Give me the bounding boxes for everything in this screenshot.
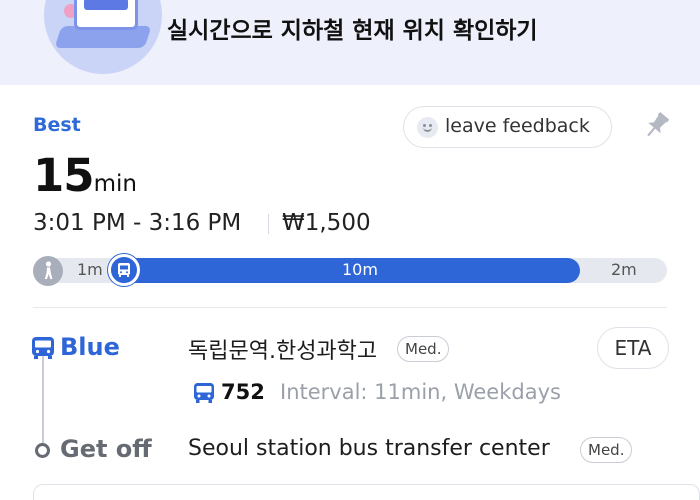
duration-unit: min — [93, 171, 137, 197]
time-fare-divider — [268, 214, 269, 234]
bus-icon — [32, 337, 54, 359]
walk-icon — [33, 256, 63, 286]
duration: 15min — [33, 149, 137, 202]
time-range: 3:01 PM - 3:16 PM — [33, 210, 242, 236]
bus-icon — [108, 254, 140, 286]
get-off-marker-icon — [35, 443, 50, 458]
route-number[interactable]: 752 — [221, 380, 265, 404]
leave-feedback-button[interactable]: leave feedback — [403, 106, 612, 148]
walk-end-duration: 2m — [611, 260, 637, 279]
line-label: Blue — [60, 333, 120, 361]
banner-title: 실시간으로 지하철 현재 위치 확인하기 — [167, 18, 538, 44]
smile-icon — [417, 117, 438, 138]
crowd-badge: Med. — [580, 437, 633, 463]
subway-banner[interactable]: 실시간으로 지하철 현재 위치 확인하기 — [0, 0, 700, 85]
walk-start-duration: 1m — [77, 260, 103, 279]
interval-info: Interval: 11min, Weekdays — [280, 380, 561, 404]
feedback-label: leave feedback — [445, 115, 590, 137]
duration-value: 15 — [33, 149, 95, 202]
bus-icon — [194, 383, 214, 403]
boarding-stop-name[interactable]: 독립문역.한성과학고 — [188, 333, 377, 365]
bus-segment-duration: 10m — [342, 260, 378, 279]
subway-illustration-icon — [44, 0, 162, 74]
section-divider — [33, 307, 667, 308]
fare: ₩1,500 — [282, 210, 371, 236]
eta-button[interactable]: ETA — [597, 327, 669, 369]
next-card[interactable] — [33, 484, 700, 500]
get-off-label: Get off — [60, 435, 152, 463]
get-off-stop-name[interactable]: Seoul station bus transfer center — [188, 436, 550, 461]
pin-icon[interactable] — [643, 111, 671, 141]
best-label: Best — [33, 114, 81, 136]
crowd-badge: Med. — [397, 336, 450, 362]
route-line — [42, 355, 44, 443]
